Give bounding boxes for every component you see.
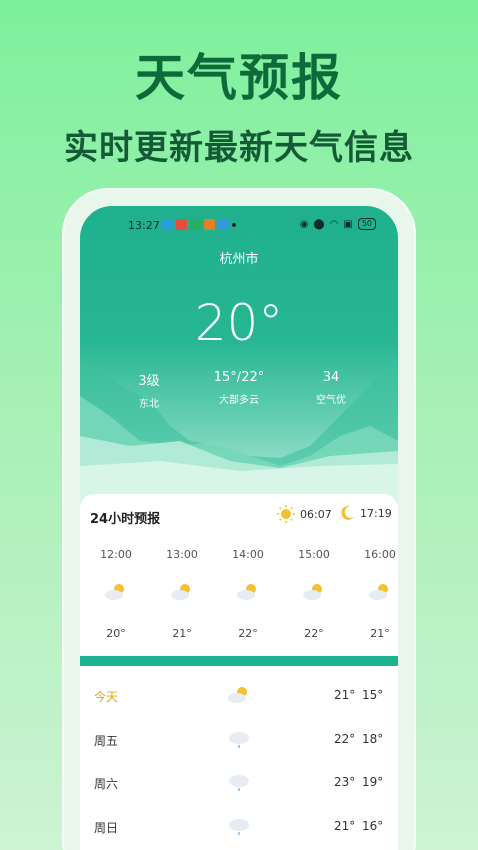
aqi-stat: 34 空气优 <box>286 370 376 406</box>
hourly-item: 12:00 20° <box>86 548 146 640</box>
moon-icon <box>341 505 354 520</box>
city-name[interactable]: 杭州市 <box>80 248 398 267</box>
aqi-label: 空气优 <box>316 395 346 406</box>
hour-temp: 21° <box>172 627 192 640</box>
day-high: 21° <box>334 688 356 702</box>
sun-icon <box>277 505 295 523</box>
hourly-item: 16:00 21° <box>350 548 398 640</box>
forecast-card: 24小时预报 06:07 17:19 12:00 20° 13:00 21° 1… <box>80 494 398 850</box>
hour-temp: 22° <box>238 627 258 640</box>
day-low: 16° <box>362 819 384 833</box>
wifi-icon: ◠ <box>329 218 339 230</box>
day-name: 周日 <box>94 821 119 835</box>
partly-cloudy-icon <box>303 584 322 600</box>
app-notification-icon <box>176 219 187 230</box>
hourly-item: 15:00 22° <box>284 548 344 640</box>
app-notification-icon <box>204 219 215 230</box>
daily-row[interactable]: 周六 23° 19° <box>80 763 398 803</box>
hourly-item: 14:00 22° <box>218 548 278 640</box>
wind-stat: 3级 东北 <box>104 370 194 410</box>
day-high: 23° <box>334 775 356 789</box>
partly-cloudy-icon <box>228 687 247 703</box>
promo-title: 天气预报 <box>135 49 343 107</box>
wind-level: 3级 <box>138 374 160 389</box>
day-low: 18° <box>362 732 384 746</box>
promo-subtitle: 实时更新最新天气信息 <box>64 128 414 168</box>
sunrise-time: 06:07 <box>300 507 332 521</box>
day-name: 今天 <box>94 690 119 704</box>
aqi-value: 34 <box>322 370 340 385</box>
daily-row[interactable]: 周五 22° 18° <box>80 720 398 760</box>
phone-screen: 13:27 ◉ ⬤ ◠ ▣ 50 杭州市 20° 3级 东北 15°/22° 大… <box>80 206 398 850</box>
sunrise-info: 06:07 <box>276 504 332 524</box>
app-notification-icon <box>218 219 229 230</box>
dnd-icon: ◉ <box>299 218 309 230</box>
temp-range: 15°/22° <box>213 370 265 385</box>
hour-time: 12:00 <box>100 548 132 561</box>
hour-time: 14:00 <box>232 548 264 561</box>
hour-temp: 22° <box>304 627 324 640</box>
hour-temp: 21° <box>370 627 390 640</box>
partly-cloudy-icon <box>369 584 388 600</box>
light-rain-icon <box>229 775 249 791</box>
daily-row[interactable]: 周日 21° 16° <box>80 807 398 847</box>
sunset-time: 17:19 <box>360 506 392 520</box>
notification-icons <box>162 219 236 230</box>
battery-icon: 50 <box>357 218 376 230</box>
temp-range-stat: 15°/22° 大部多云 <box>194 370 284 406</box>
hour-time: 16:00 <box>364 548 396 561</box>
hour-time: 13:00 <box>166 548 198 561</box>
section-divider <box>80 656 398 666</box>
day-high: 22° <box>334 732 356 746</box>
partly-cloudy-icon <box>105 584 124 600</box>
status-indicators: ◉ ⬤ ◠ ▣ 50 <box>300 218 376 230</box>
day-name: 周六 <box>94 777 119 791</box>
light-rain-icon <box>229 819 249 835</box>
hourly-item: 13:00 21° <box>152 548 212 640</box>
weather-hero: 13:27 ◉ ⬤ ◠ ▣ 50 杭州市 20° 3级 东北 15°/22° 大… <box>80 206 398 506</box>
more-dot-icon <box>232 223 236 227</box>
day-low: 19° <box>362 775 384 789</box>
status-bar: 13:27 ◉ ⬤ ◠ ▣ 50 <box>80 218 398 234</box>
partly-cloudy-icon <box>237 584 256 600</box>
app-notification-icon <box>190 219 201 230</box>
app-notification-icon <box>162 219 173 230</box>
daily-row[interactable]: 今天 21° 15° <box>80 676 398 716</box>
hour-temp: 20° <box>106 627 126 640</box>
current-temperature: 20° <box>194 294 284 352</box>
location-icon: ⬤ <box>313 218 325 230</box>
day-high: 21° <box>334 819 356 833</box>
wind-direction: 东北 <box>139 399 159 410</box>
partly-cloudy-icon <box>171 584 190 600</box>
sim-icon: ▣ <box>343 218 353 230</box>
light-rain-icon <box>229 732 249 748</box>
status-time: 13:27 <box>128 219 160 232</box>
hourly-title: 24小时预报 <box>90 512 161 527</box>
day-name: 周五 <box>94 734 119 748</box>
day-low: 15° <box>362 688 384 702</box>
sunset-info: 17:19 <box>338 504 392 522</box>
hour-time: 15:00 <box>298 548 330 561</box>
condition-text: 大部多云 <box>219 395 259 406</box>
